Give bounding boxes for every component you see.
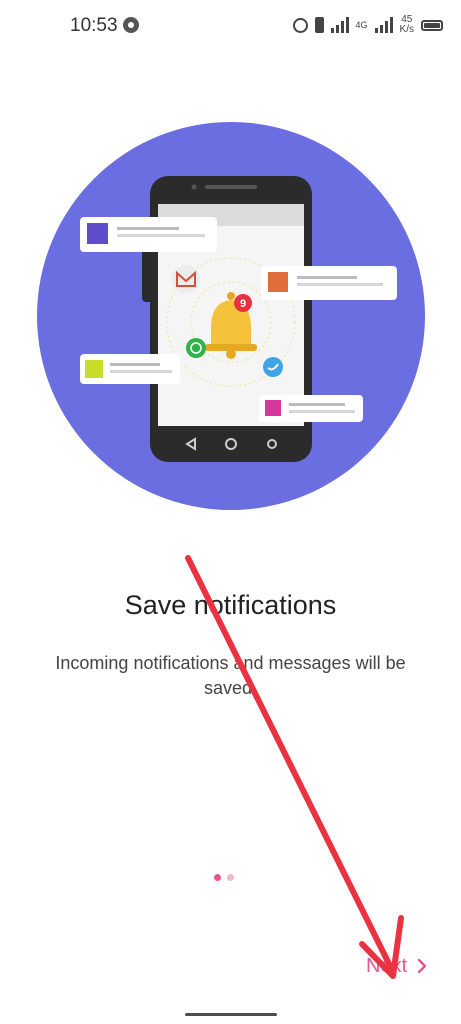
annotation-arrow [185,555,404,979]
home-indicator[interactable] [185,1013,277,1016]
